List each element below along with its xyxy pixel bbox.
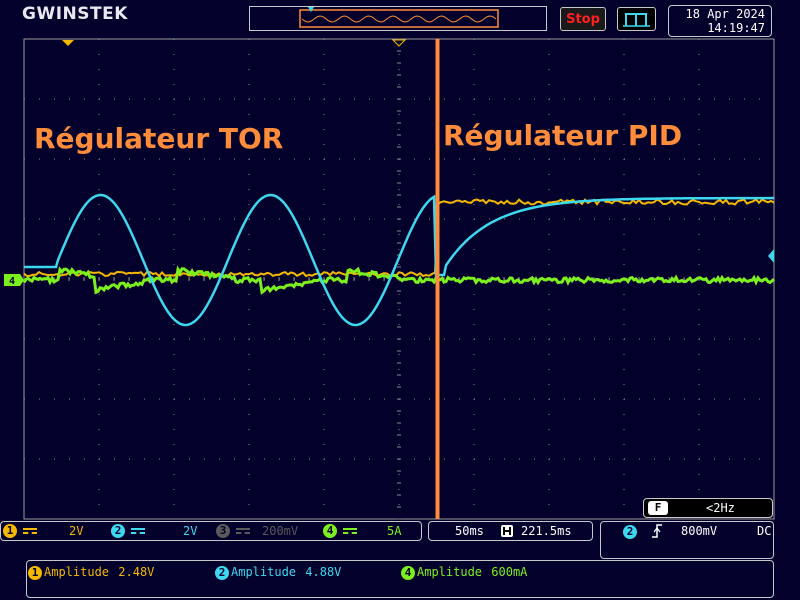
trigger-coupling: DC [757,524,771,538]
dc-coupling-icon [343,528,357,534]
dc-coupling-icon [236,528,250,534]
meas-label: Amplitude [231,565,296,579]
horizontal-position-icon [501,525,513,537]
measurement-panel: 1 Amplitude 2.48V 2 Amplitude 4.88V 4 Ampli… [26,560,774,598]
channel-scale-bar[interactable]: 1 2V 2 2V 3 200mV 4 5A [0,521,422,541]
trigger-level: 800mV [681,524,717,538]
meas-ch4-badge: 4 [401,566,415,580]
ch4-amps-div: 5A [387,524,401,538]
timebase-panel[interactable]: 50ms 221.5ms [428,521,593,541]
ch2-trace [24,195,774,325]
frequency-value: <2Hz [706,501,735,515]
ch3-scale[interactable]: 3 200mV [216,523,298,539]
meas-label: Amplitude [44,565,109,579]
pid-annotation: Régulateur PID [443,119,682,152]
trigger-source-badge: 2 [623,525,637,539]
frequency-badge: F [648,501,668,515]
time-per-div: 50ms [455,524,484,538]
ch3-volts-div: 200mV [262,524,298,538]
ch2-badge: 2 [111,524,125,538]
meas-ch2-badge: 2 [215,566,229,580]
ch2-scale[interactable]: 2 2V [111,523,197,539]
measurement-ch4: 4 Amplitude 600mA [401,565,527,580]
tor-annotation: Régulateur TOR [34,122,283,155]
meas-value: 600mA [491,565,527,579]
dc-coupling-icon [23,528,37,534]
frequency-counter: F <2Hz [643,498,773,518]
meas-ch1-badge: 1 [28,566,42,580]
ch1-volts-div: 2V [69,524,83,538]
meas-value: 4.88V [305,565,341,579]
meas-label: Amplitude [417,565,482,579]
horizontal-position: 221.5ms [521,524,572,538]
trigger-level-marker[interactable] [768,249,774,263]
rising-edge-icon [651,523,663,542]
ch1-scale[interactable]: 1 2V [3,523,83,539]
trigger-info-panel[interactable]: 2 800mV DC [600,521,774,559]
ch2-volts-div: 2V [183,524,197,538]
trigger-position-marker[interactable] [62,40,74,46]
ch1-badge: 1 [3,524,17,538]
ground-marker-label: 4 [9,276,15,287]
ch4-badge: 4 [323,524,337,538]
center-marker [393,40,405,46]
measurement-ch2: 2 Amplitude 4.88V [215,565,341,580]
separator-line [436,39,440,519]
ch3-badge: 3 [216,524,230,538]
ch4-scale[interactable]: 4 5A [323,523,401,539]
meas-value: 2.48V [118,565,154,579]
measurement-ch1: 1 Amplitude 2.48V [28,565,154,580]
dc-coupling-icon [131,528,145,534]
ch4-ground-marker[interactable]: 4 [4,274,24,287]
